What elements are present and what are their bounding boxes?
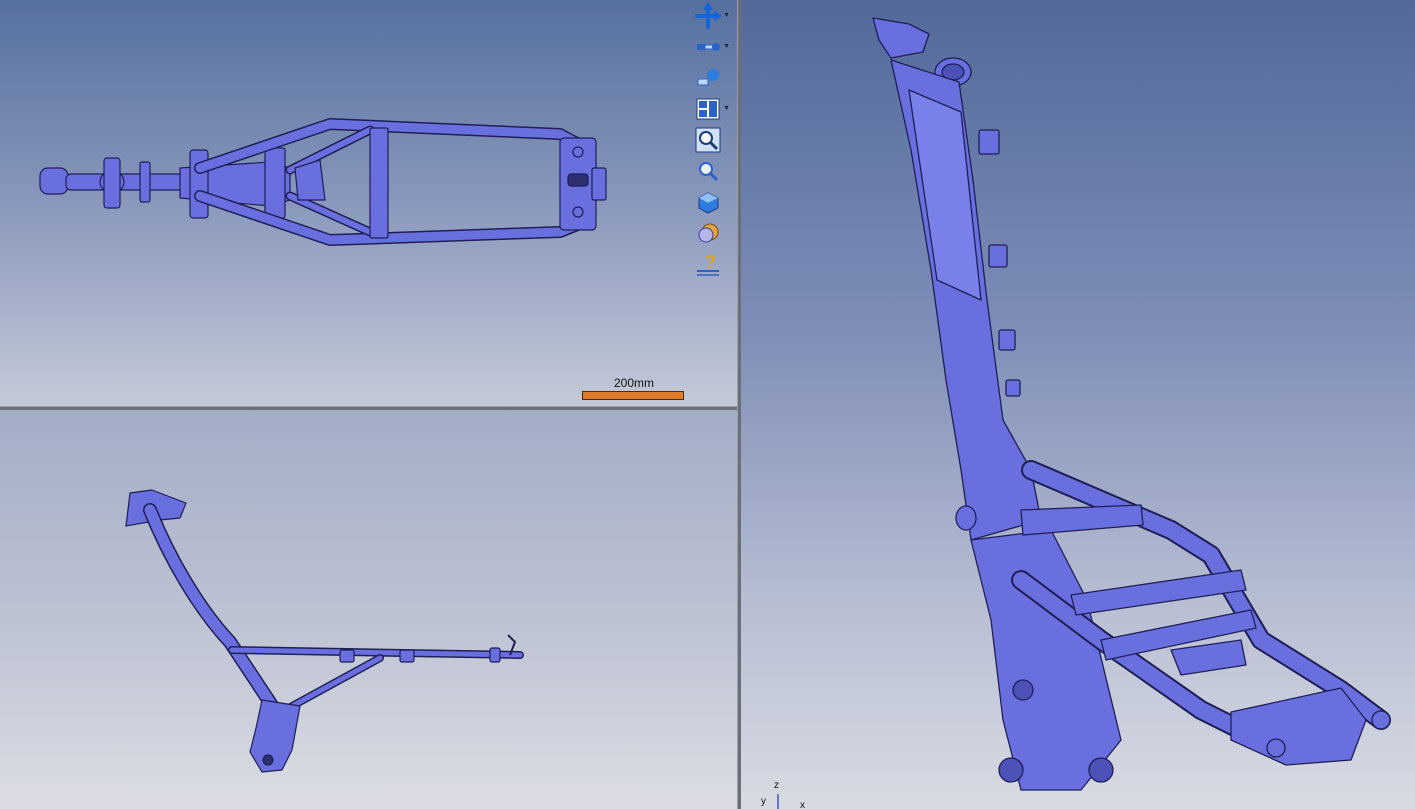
help-icon[interactable]: ? (694, 250, 722, 278)
scale-bar-label: 200mm (613, 376, 654, 390)
view-cube-icon[interactable] (694, 188, 722, 216)
rear-plate (1230, 687, 1367, 766)
axis-label-z: z (774, 780, 779, 791)
axis-label-x: x (800, 800, 805, 809)
multi-view-dropdown-icon[interactable]: ▼ (723, 105, 730, 112)
scale-bar (582, 391, 684, 400)
head-clamp (103, 157, 121, 209)
top-view-viewport[interactable]: ▼ ▼ ▼ ? 200mm (0, 0, 737, 406)
cross-member-2 (1070, 569, 1247, 616)
head-tube-top (65, 173, 187, 191)
isometric-view-model[interactable] (741, 0, 1415, 809)
side-view-model[interactable] (0, 410, 737, 809)
pivot-plate (249, 699, 301, 773)
walk-icon[interactable] (694, 64, 722, 92)
steering-head-part (39, 167, 69, 195)
cross-member (369, 127, 389, 239)
view-toolbar: ▼ ▼ ▼ ? (694, 2, 734, 281)
main-spine (890, 59, 1042, 541)
pan-icon[interactable]: ▼ (694, 2, 730, 30)
zoom-icon[interactable] (694, 157, 722, 185)
multi-view-icon[interactable]: ▼ (694, 95, 730, 123)
pan-dropdown-icon[interactable]: ▼ (723, 12, 730, 19)
lower-mount-plate (970, 529, 1122, 791)
axis-label-y: y (761, 796, 766, 807)
top-view-model[interactable] (0, 0, 737, 406)
svg-text:?: ? (705, 252, 716, 272)
isometric-view-viewport[interactable]: z y x (741, 0, 1415, 809)
cross-member-1 (1020, 504, 1144, 536)
side-view-viewport[interactable] (0, 410, 737, 809)
zoom-area-icon[interactable] (694, 126, 722, 154)
rotate-dropdown-icon[interactable]: ▼ (723, 43, 730, 50)
rotate-icon[interactable]: ▼ (694, 33, 730, 61)
render-style-icon[interactable] (694, 219, 722, 247)
steering-head-top (872, 17, 930, 59)
